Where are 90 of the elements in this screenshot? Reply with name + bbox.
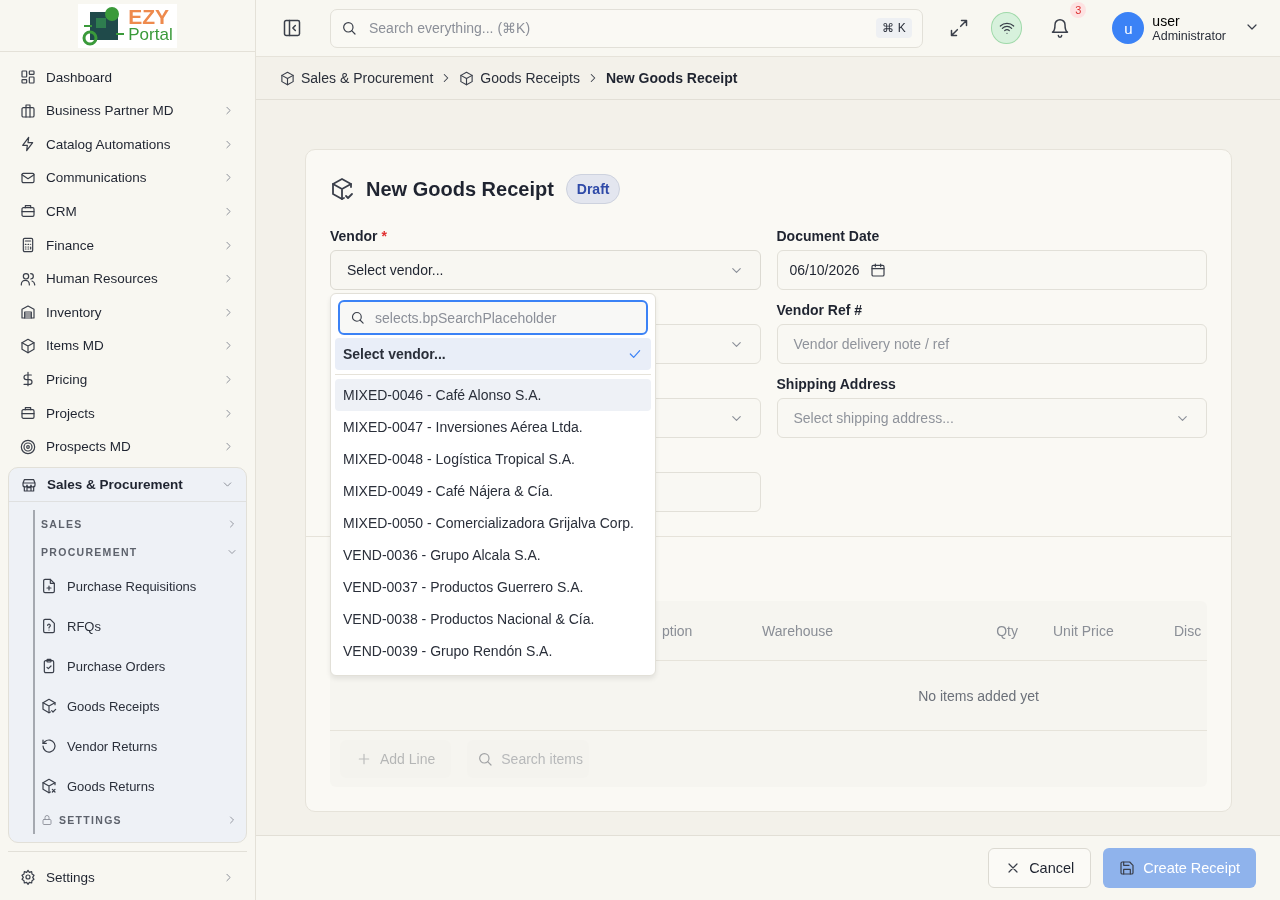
sidebar-item[interactable]: Business Partner MD (8, 93, 247, 128)
sidebar-item[interactable]: Items MD (8, 329, 247, 363)
sidebar-subitem[interactable]: Purchase Orders (41, 646, 238, 687)
building-icon (20, 102, 36, 119)
settings-icon (20, 869, 36, 886)
dropdown-option[interactable]: MIXED-0046 - Café Alonso S.A. (335, 379, 651, 411)
dropdown-option[interactable]: VEND-0038 - Productos Nacional & Cía. (335, 603, 651, 635)
undo-icon (41, 738, 57, 755)
box-check-icon (330, 177, 354, 201)
shortcut-key: ⌘ K (876, 18, 912, 38)
column-header: ption (662, 622, 693, 639)
panel-left-icon (282, 18, 302, 38)
search-icon (341, 20, 357, 36)
lock-icon (41, 814, 53, 827)
dropdown-option[interactable]: VEND-0037 - Productos Guerrero S.A. (335, 571, 651, 603)
breadcrumb[interactable]: New Goods Receipt (605, 70, 738, 86)
empty-message: No items added yet (917, 687, 1039, 704)
calendar-icon (869, 262, 886, 278)
warehouse-icon (20, 304, 36, 321)
dropdown-option[interactable]: MIXED-0048 - Logística Tropical S.A. (335, 443, 651, 475)
user-menu[interactable]: u user Administrator (1112, 12, 1260, 44)
briefcase-icon (20, 405, 36, 421)
box-check-icon (41, 698, 57, 715)
dropdown-option[interactable]: Select vendor... (335, 338, 651, 370)
file-plus-icon (41, 578, 57, 595)
connection-status[interactable] (990, 12, 1023, 44)
sidebar-item[interactable]: Pricing (8, 362, 247, 397)
breadcrumb[interactable]: Sales & Procurement (280, 70, 434, 86)
select-field[interactable]: Select vendor... (330, 250, 761, 290)
dropdown-option[interactable]: VEND-0039 - Grupo Rendón S.A. (335, 635, 651, 667)
file-question-icon (41, 618, 57, 635)
sidebar-section[interactable]: SALES (41, 510, 238, 539)
expand-icon (948, 18, 969, 38)
dropdown-option[interactable]: VEND-0036 - Grupo Alcala S.A. (335, 539, 651, 571)
calculator-icon (20, 237, 36, 254)
field-label: Shipping Address (776, 376, 896, 392)
breadcrumb[interactable]: Goods Receipts (459, 70, 580, 86)
sidebar-item[interactable]: Catalog Automations (8, 127, 247, 162)
status-badge: Draft (565, 174, 621, 204)
sidebar-item[interactable]: Settings (8, 860, 247, 894)
dollar-icon (20, 371, 36, 388)
sidebar-item[interactable]: Inventory (8, 295, 247, 330)
column-header: Unit Price (1053, 622, 1114, 639)
search-icon (350, 310, 365, 325)
box-icon (459, 70, 475, 86)
sidebar-subitem[interactable]: RFQs (41, 606, 238, 647)
sidebar-item[interactable]: Projects (8, 396, 247, 430)
dropdown-option[interactable]: MIXED-0047 - Inversiones Aérea Ltda. (335, 411, 651, 443)
dropdown-option[interactable]: MIXED-0050 - Comercializadora Grijalva Corp. (335, 507, 651, 539)
dropdown-option[interactable]: MIXED-0049 - Café Nájera & Cía. (335, 475, 651, 507)
sidebar-item[interactable]: Human Resources (8, 261, 247, 296)
sidebar-item[interactable]: Dashboard (8, 60, 247, 94)
field-label: Document Date (776, 228, 880, 244)
sidebar-subitem[interactable]: Purchase Requisitions (41, 566, 238, 607)
sidebar-item[interactable]: Prospects MD (8, 429, 247, 464)
date-field[interactable]: 06/10/2026 (776, 250, 1207, 290)
sidebar-item[interactable]: CRM (8, 194, 247, 229)
form-title: New Goods Receipt (366, 177, 554, 201)
search-icon (477, 751, 494, 767)
box-x-icon (41, 778, 57, 795)
column-header: Disc (1174, 622, 1202, 639)
lightning-icon (20, 136, 36, 153)
store-icon (21, 476, 37, 493)
plus-icon (356, 751, 372, 767)
sidebar-subitem[interactable]: Goods Returns (41, 766, 238, 807)
briefcase-icon (20, 203, 36, 220)
search-field[interactable]: Search everything... (⌘K) ⌘ K (330, 8, 923, 48)
notification-count: 3 (1070, 2, 1087, 18)
box-icon (280, 70, 295, 86)
save-icon (1119, 860, 1136, 876)
logo: EZY Portal (78, 3, 177, 48)
sidebar-item[interactable]: Communications (8, 161, 247, 195)
clipboard-check-icon (41, 658, 57, 675)
cancel-button[interactable]: Cancel (988, 848, 1092, 888)
target-icon (20, 438, 36, 455)
sidebar-group-header[interactable]: Sales & Procurement (9, 468, 246, 503)
sidebar-subitem[interactable]: Vendor Returns (41, 726, 238, 767)
wifi-icon (998, 20, 1015, 36)
bell-icon (1050, 18, 1071, 38)
field-label: Vendor * (330, 228, 387, 244)
column-header: Warehouse (762, 622, 834, 639)
grid-icon (20, 69, 36, 86)
column-header: Qty (996, 622, 1018, 639)
sidebar-section[interactable]: PROCUREMENT (41, 538, 238, 567)
sidebar-item[interactable]: Finance (8, 228, 247, 262)
field-label: Vendor Ref # (776, 302, 863, 318)
box-icon (20, 337, 36, 354)
sidebar-section[interactable]: SETTINGS (41, 806, 238, 835)
sidebar-subitem[interactable]: Goods Receipts (41, 686, 238, 727)
users-icon (20, 270, 36, 287)
